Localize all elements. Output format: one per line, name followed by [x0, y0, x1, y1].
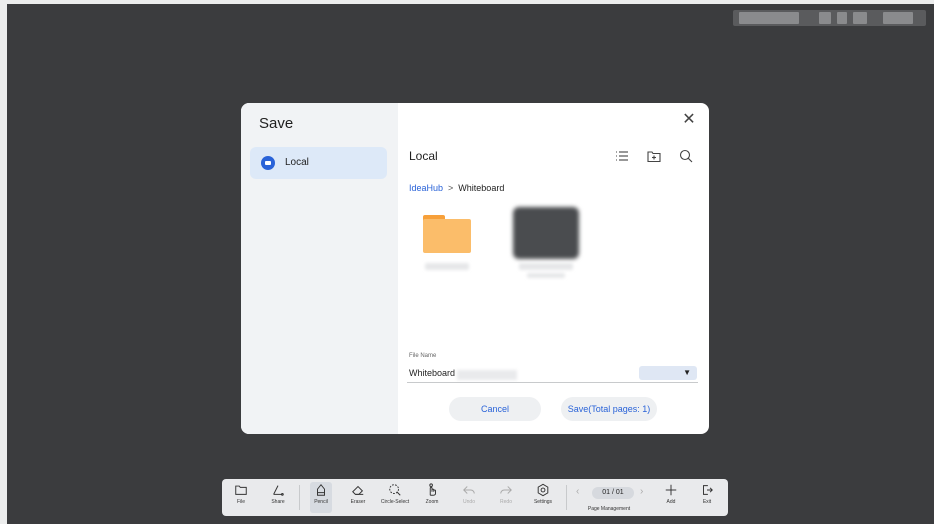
location-sidebar: Save Local — [241, 103, 398, 434]
bottom-toolbar: File Share Pencil Eraser Circle-Select Z… — [222, 479, 728, 516]
file-format-select[interactable]: ▼ — [639, 366, 697, 380]
toolbar-label: Circle-Select — [380, 499, 410, 505]
folder-icon — [423, 215, 471, 255]
toolbar-settings-button[interactable]: Settings — [527, 483, 559, 513]
chevron-left-icon[interactable]: ‹ — [576, 486, 579, 497]
toolbar-divider — [299, 485, 300, 510]
lasso-icon — [389, 484, 401, 496]
file-thumbnail — [513, 207, 579, 259]
file-date-blurred — [527, 273, 565, 278]
breadcrumb-root[interactable]: IdeaHub — [409, 183, 443, 193]
toolbar-undo-button[interactable]: Undo — [453, 483, 485, 513]
plus-icon — [665, 484, 677, 496]
search-icon[interactable] — [678, 148, 694, 164]
share-icon — [273, 485, 284, 496]
list-view-icon[interactable] — [614, 148, 630, 164]
hand-zoom-icon — [429, 483, 436, 496]
file-name-blurred — [519, 263, 573, 270]
sidebar-item-label: Local — [285, 157, 309, 168]
folder-icon — [235, 485, 247, 495]
screen-edge-top — [0, 0, 934, 4]
breadcrumb: IdeaHub > Whiteboard — [409, 183, 504, 193]
toolbar-label: Exit — [702, 499, 712, 505]
file-name-label: File Name — [409, 353, 437, 359]
chevron-right-icon[interactable]: › — [640, 486, 643, 497]
gear-icon — [537, 483, 549, 497]
close-icon[interactable]: ✕ — [681, 112, 697, 128]
save-dialog: Save Local ✕ Local IdeaHub > Whiteboard — [241, 103, 709, 434]
dialog-title: Save — [259, 115, 294, 132]
file-name-suffix-blurred — [457, 370, 517, 380]
toolbar-exit-button[interactable]: Exit — [691, 483, 723, 513]
toolbar-share-button[interactable]: Share — [262, 483, 294, 513]
page-management: ‹ 01 / 01 › Page Management — [574, 483, 644, 513]
page-management-label: Page Management — [587, 506, 631, 512]
eraser-icon — [352, 485, 364, 495]
breadcrumb-current: Whiteboard — [458, 183, 505, 193]
toolbar-zoom-button[interactable]: Zoom — [416, 483, 448, 513]
toolbar-label: Pencil — [314, 499, 328, 505]
file-name-input[interactable]: Whiteboard — [409, 368, 629, 382]
toolbar-file-button[interactable]: File — [225, 483, 257, 513]
toolbar-eraser-button[interactable]: Eraser — [342, 483, 374, 513]
folder-name-blurred — [425, 263, 469, 270]
toolbar-label: Share — [271, 499, 285, 505]
status-indicators — [733, 10, 926, 26]
file-name-value: Whiteboard — [409, 368, 456, 378]
cloud-folder-icon — [261, 156, 275, 170]
new-folder-icon[interactable] — [646, 148, 662, 164]
save-button[interactable]: Save(Total pages: 1) — [561, 397, 657, 421]
toolbar-label: Redo — [500, 499, 512, 505]
screen-edge-left — [0, 0, 7, 524]
location-title: Local — [409, 149, 438, 163]
pencil-icon — [317, 483, 325, 496]
folder-item[interactable] — [411, 207, 481, 281]
file-browser: ✕ Local IdeaHub > Whiteboard File Name Whi… — [398, 103, 709, 434]
redo-icon — [500, 486, 512, 494]
toolbar-redo-button[interactable]: Redo — [490, 483, 522, 513]
caret-down-icon: ▼ — [683, 368, 691, 377]
exit-icon — [703, 485, 713, 495]
toolbar-label: File — [236, 499, 246, 505]
breadcrumb-separator: > — [448, 183, 454, 193]
toolbar-label: Settings — [533, 499, 553, 505]
toolbar-label: Eraser — [350, 499, 366, 505]
whiteboard-file-item[interactable] — [511, 207, 581, 281]
cancel-button[interactable]: Cancel — [449, 397, 541, 421]
toolbar-add-button[interactable]: Add — [655, 483, 687, 513]
toolbar-label: Zoom — [425, 499, 439, 505]
toolbar-label: Undo — [463, 499, 475, 505]
toolbar-pencil-button[interactable]: Pencil — [305, 483, 337, 513]
file-name-underline — [407, 382, 698, 383]
sidebar-item-local[interactable]: Local — [250, 147, 387, 179]
toolbar-circle-select-button[interactable]: Circle-Select — [379, 483, 411, 513]
page-indicator[interactable]: 01 / 01 — [592, 487, 634, 499]
toolbar-label: Add — [666, 499, 676, 505]
undo-icon — [463, 486, 475, 494]
